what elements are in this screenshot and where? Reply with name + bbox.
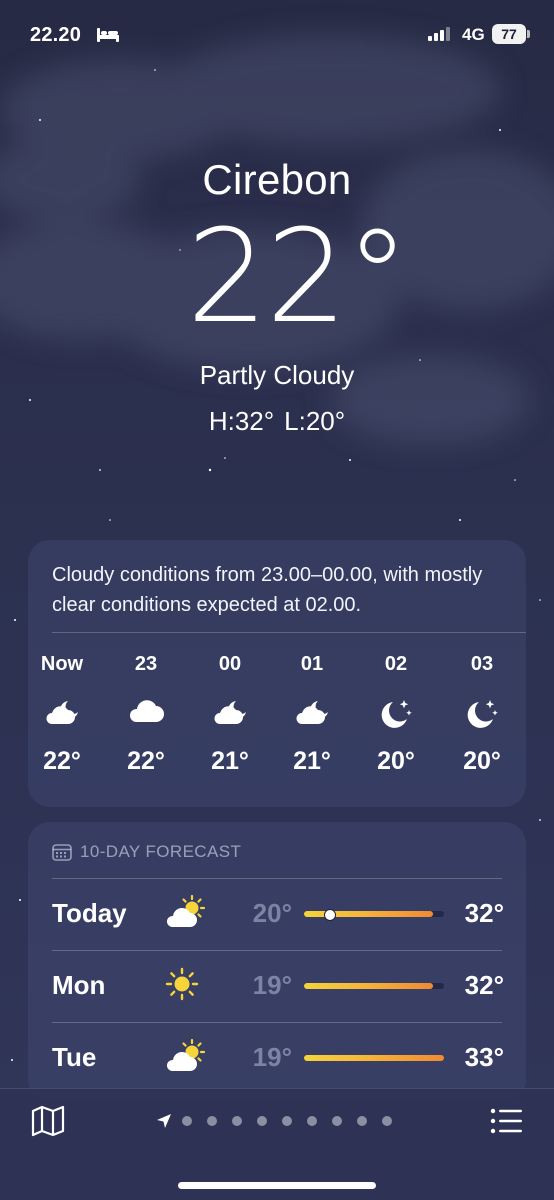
hour-label: 23: [134, 653, 158, 675]
current-weather: Cirebon 22° Partly Cloudy H:32° L:20°: [0, 150, 554, 438]
map-icon[interactable]: [31, 1105, 65, 1137]
divider: [52, 950, 502, 951]
current-temperature: 22°: [186, 203, 410, 352]
cloud-moon-icon: [210, 698, 250, 730]
moon-stars-icon: [462, 698, 502, 730]
divider: [52, 632, 526, 633]
hour-temperature: 21°: [293, 747, 331, 775]
sun-icon: [164, 966, 200, 1007]
forecast-title: 10-DAY FORECAST: [80, 842, 242, 861]
hourly-list[interactable]: Now 22° 23 22° 00 21° 01 21° 02 20° 03 20°: [38, 652, 526, 792]
forecast-row[interactable]: Tue 19° 33°: [28, 1022, 526, 1093]
bed-icon: [97, 28, 119, 42]
hour-label: 02: [384, 653, 408, 675]
hour-label: Now: [40, 653, 84, 675]
temperature-range-bar: [304, 1055, 444, 1061]
high-low: H:32° L:20°: [0, 404, 554, 438]
partly-sunny-icon: [164, 1038, 208, 1079]
hour-column: 00 21°: [190, 652, 270, 776]
page-dot[interactable]: [382, 1116, 392, 1126]
status-time: 22.20: [30, 24, 82, 46]
high-temp: H:32°: [208, 406, 275, 436]
forecast-row[interactable]: Mon 19° 32°: [28, 950, 526, 1021]
hour-column: 23 22°: [106, 652, 186, 776]
calendar-icon: [52, 844, 72, 861]
page-dot[interactable]: [307, 1116, 317, 1126]
forecast-header: 10-DAY FORECAST: [52, 840, 241, 864]
cellular-signal-icon: [428, 27, 450, 41]
temperature-range-bar: [304, 983, 444, 989]
battery-icon: 77: [492, 24, 526, 44]
divider: [52, 1022, 502, 1023]
page-dot[interactable]: [282, 1116, 292, 1126]
forecast-day: Mon: [52, 970, 106, 1000]
battery-cap: [527, 30, 530, 38]
page-dot[interactable]: [357, 1116, 367, 1126]
forecast-day: Tue: [52, 1042, 97, 1072]
hour-column: Now 22°: [28, 652, 102, 776]
hour-label: 01: [300, 653, 324, 675]
cloud-moon-icon: [292, 698, 332, 730]
hour-temperature: 20°: [463, 747, 501, 775]
page-dot[interactable]: [207, 1116, 217, 1126]
location-arrow-icon: [157, 1114, 171, 1128]
hour-temperature: 22°: [127, 747, 165, 775]
hour-temperature: 21°: [211, 747, 249, 775]
list-icon[interactable]: [490, 1108, 522, 1134]
hour-column: 03 20°: [442, 652, 522, 776]
temperature-range-fill: [304, 1055, 444, 1061]
forecast-low: 19°: [252, 970, 292, 1000]
status-bar: 22.20 4G 77: [0, 0, 554, 70]
hour-column: 01 21°: [272, 652, 352, 776]
cloud-icon: [126, 698, 166, 730]
forecast-high: 32°: [464, 898, 504, 928]
current-temperature-marker: [324, 909, 337, 921]
hour-label: 03: [470, 653, 494, 675]
city-name: Cirebon: [202, 156, 352, 203]
moon-stars-icon: [376, 698, 416, 730]
page-dot[interactable]: [257, 1116, 267, 1126]
hour-temperature: 20°: [377, 747, 415, 775]
forecast-low: 20°: [252, 898, 292, 928]
divider: [52, 878, 502, 879]
network-type: 4G: [462, 25, 485, 44]
low-temp: L:20°: [284, 406, 346, 436]
temperature-range-fill: [304, 983, 433, 989]
forecast-high: 32°: [464, 970, 504, 1000]
forecast-day: Today: [52, 898, 127, 928]
forecast-summary: Cloudy conditions from 23.00–00.00, with…: [52, 564, 483, 616]
page-dot[interactable]: [332, 1116, 342, 1126]
hourly-forecast-card[interactable]: Cloudy conditions from 23.00–00.00, with…: [28, 540, 526, 807]
ten-day-forecast-card[interactable]: 10-DAY FORECAST Today 20° 32° Mon 19° 32° Tue 1…: [28, 822, 526, 1102]
page-dot[interactable]: [232, 1116, 242, 1126]
hour-temperature: 22°: [43, 747, 81, 775]
forecast-low: 19°: [252, 1042, 292, 1072]
forecast-high: 33°: [464, 1042, 504, 1072]
hour-column: 02 20°: [356, 652, 436, 776]
forecast-row[interactable]: Today 20° 32°: [28, 878, 526, 949]
condition-text: Partly Cloudy: [199, 360, 355, 390]
partly-sunny-icon: [164, 894, 208, 935]
home-indicator[interactable]: [178, 1182, 376, 1189]
cloud-moon-icon: [42, 698, 82, 730]
hour-label: 00: [218, 653, 242, 675]
temperature-range-bar: [304, 909, 444, 921]
page-indicator[interactable]: [156, 1113, 407, 1129]
page-dot[interactable]: [182, 1116, 192, 1126]
